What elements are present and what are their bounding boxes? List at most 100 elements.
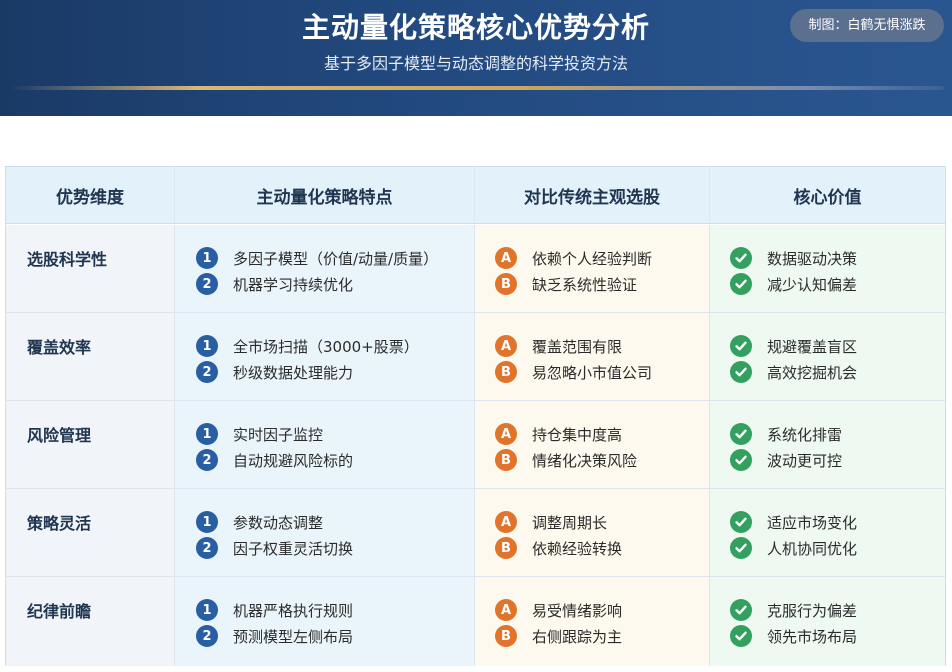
list-item: 2 自动规避风险标的 bbox=[196, 449, 353, 471]
number-badge: 2 bbox=[196, 361, 218, 383]
letter-badge: B bbox=[495, 273, 517, 295]
item-text: 因子权重灵活切换 bbox=[233, 539, 354, 558]
item-text: 秒级数据处理能力 bbox=[233, 363, 354, 382]
item-text: 预测模型左侧布局 bbox=[233, 627, 354, 646]
column-header-value: 核心价值 bbox=[793, 187, 862, 208]
title-banner: 主动量化策略核心优势分析 基于多因子模型与动态调整的科学投资方法 制图：白鹤无惧… bbox=[0, 0, 952, 116]
dimension-label: 选股科学性 bbox=[27, 250, 108, 269]
item-text: 全市场扫描（3000+股票） bbox=[233, 337, 419, 356]
check-icon bbox=[730, 361, 752, 383]
letter-badge: B bbox=[495, 537, 517, 559]
letter-badge: A bbox=[495, 511, 517, 533]
item-text: 情绪化决策风险 bbox=[532, 451, 638, 470]
features-cell: 1 全市场扫描（3000+股票） 2 秒级数据处理能力 bbox=[175, 313, 475, 400]
list-item: B 情绪化决策风险 bbox=[495, 449, 637, 471]
letter-badge: B bbox=[495, 449, 517, 471]
column-header-features: 主动量化策略特点 bbox=[175, 167, 475, 223]
letter-badge: A bbox=[495, 247, 517, 269]
list-item: 1 多因子模型（价值/动量/质量） bbox=[196, 247, 438, 269]
features-cell: 1 多因子模型（价值/动量/质量） 2 机器学习持续优化 bbox=[175, 225, 475, 312]
dimension-cell: 风险管理 bbox=[6, 401, 175, 488]
list-item: A 持仓集中度高 bbox=[495, 423, 622, 445]
features-cell: 1 机器严格执行规则 2 预测模型左侧布局 bbox=[175, 577, 475, 666]
list-item: A 依赖个人经验判断 bbox=[495, 247, 652, 269]
check-icon bbox=[730, 537, 752, 559]
list-item: B 缺乏系统性验证 bbox=[495, 273, 637, 295]
number-badge: 1 bbox=[196, 335, 218, 357]
item-text: 依赖经验转换 bbox=[532, 539, 623, 558]
traditional-cell: A 持仓集中度高 B 情绪化决策风险 bbox=[475, 401, 710, 488]
list-item: 1 参数动态调整 bbox=[196, 511, 323, 533]
item-text: 易受情绪影响 bbox=[532, 601, 623, 620]
dimension-label: 覆盖效率 bbox=[27, 338, 92, 357]
item-text: 实时因子监控 bbox=[233, 425, 324, 444]
table-row: 纪律前瞻 1 机器严格执行规则 2 预测模型左侧布局 A 易受情绪影响 B 右侧跟踪为主 克服行为… bbox=[6, 577, 945, 666]
item-text: 高效挖掘机会 bbox=[767, 363, 858, 382]
dimension-cell: 覆盖效率 bbox=[6, 313, 175, 400]
number-badge: 2 bbox=[196, 449, 218, 471]
list-item: 数据驱动决策 bbox=[730, 247, 857, 269]
item-text: 克服行为偏差 bbox=[767, 601, 858, 620]
list-item: A 调整周期长 bbox=[495, 511, 607, 533]
table-row: 策略灵活 1 参数动态调整 2 因子权重灵活切换 A 调整周期长 B 依赖经验转换 适应市场变化人… bbox=[6, 489, 945, 577]
item-text: 数据驱动决策 bbox=[767, 249, 858, 268]
item-text: 持仓集中度高 bbox=[532, 425, 623, 444]
item-text: 系统化排雷 bbox=[767, 425, 843, 444]
traditional-cell: A 易受情绪影响 B 右侧跟踪为主 bbox=[475, 577, 710, 666]
check-icon bbox=[730, 625, 752, 647]
dimension-label: 风险管理 bbox=[27, 426, 92, 445]
item-text: 参数动态调整 bbox=[233, 513, 324, 532]
check-icon bbox=[730, 247, 752, 269]
list-item: 2 因子权重灵活切换 bbox=[196, 537, 353, 559]
dimension-label: 纪律前瞻 bbox=[27, 602, 92, 621]
dimension-cell: 选股科学性 bbox=[6, 225, 175, 312]
item-text: 领先市场布局 bbox=[767, 627, 858, 646]
list-item: 波动更可控 bbox=[730, 449, 842, 471]
item-text: 自动规避风险标的 bbox=[233, 451, 354, 470]
value-cell: 系统化排雷波动更可控 bbox=[710, 401, 945, 488]
table-row: 风险管理 1 实时因子监控 2 自动规避风险标的 A 持仓集中度高 B 情绪化决策风险 系统化排雷… bbox=[6, 401, 945, 489]
item-text: 人机协同优化 bbox=[767, 539, 858, 558]
list-item: 2 秒级数据处理能力 bbox=[196, 361, 353, 383]
letter-badge: B bbox=[495, 361, 517, 383]
list-item: 系统化排雷 bbox=[730, 423, 842, 445]
letter-badge: A bbox=[495, 335, 517, 357]
list-item: 1 机器严格执行规则 bbox=[196, 599, 353, 621]
item-text: 减少认知偏差 bbox=[767, 275, 858, 294]
check-icon bbox=[730, 449, 752, 471]
item-text: 多因子模型（价值/动量/质量） bbox=[233, 249, 439, 268]
traditional-cell: A 依赖个人经验判断 B 缺乏系统性验证 bbox=[475, 225, 710, 312]
traditional-cell: A 调整周期长 B 依赖经验转换 bbox=[475, 489, 710, 576]
credit-badge: 制图：白鹤无惧涨跌 bbox=[790, 9, 944, 42]
value-cell: 数据驱动决策 减少认知偏差 bbox=[710, 225, 945, 312]
list-item: 高效挖掘机会 bbox=[730, 361, 857, 383]
number-badge: 1 bbox=[196, 423, 218, 445]
number-badge: 1 bbox=[196, 247, 218, 269]
value-cell: 适应市场变化 人机协同优化 bbox=[710, 489, 945, 576]
check-icon bbox=[730, 335, 752, 357]
traditional-cell: A 覆盖范围有限 B 易忽略小市值公司 bbox=[475, 313, 710, 400]
table-row: 覆盖效率 1 全市场扫描（3000+股票） 2 秒级数据处理能力 A 覆盖范围有限 B 易忽略小… bbox=[6, 313, 945, 401]
check-icon bbox=[730, 423, 752, 445]
item-text: 缺乏系统性验证 bbox=[532, 275, 638, 294]
list-item: A 覆盖范围有限 bbox=[495, 335, 622, 357]
dimension-cell: 策略灵活 bbox=[6, 489, 175, 576]
list-item: 2 机器学习持续优化 bbox=[196, 273, 353, 295]
features-cell: 1 实时因子监控 2 自动规避风险标的 bbox=[175, 401, 475, 488]
list-item: B 右侧跟踪为主 bbox=[495, 625, 622, 647]
list-item: 2 预测模型左侧布局 bbox=[196, 625, 353, 647]
list-item: 减少认知偏差 bbox=[730, 273, 857, 295]
item-text: 调整周期长 bbox=[532, 513, 608, 532]
item-text: 易忽略小市值公司 bbox=[532, 363, 653, 382]
number-badge: 1 bbox=[196, 599, 218, 621]
item-text: 机器严格执行规则 bbox=[233, 601, 354, 620]
page-subtitle: 基于多因子模型与动态调整的科学投资方法 bbox=[323, 54, 628, 73]
table-header-row: 优势维度 主动量化策略特点 对比传统主观选股 核心价值 bbox=[6, 167, 945, 224]
dimension-label: 策略灵活 bbox=[27, 514, 92, 533]
number-badge: 2 bbox=[196, 273, 218, 295]
item-text: 覆盖范围有限 bbox=[532, 337, 623, 356]
list-item: A 易受情绪影响 bbox=[495, 599, 622, 621]
list-item: 1 实时因子监控 bbox=[196, 423, 323, 445]
number-badge: 2 bbox=[196, 625, 218, 647]
item-text: 适应市场变化 bbox=[767, 513, 858, 532]
